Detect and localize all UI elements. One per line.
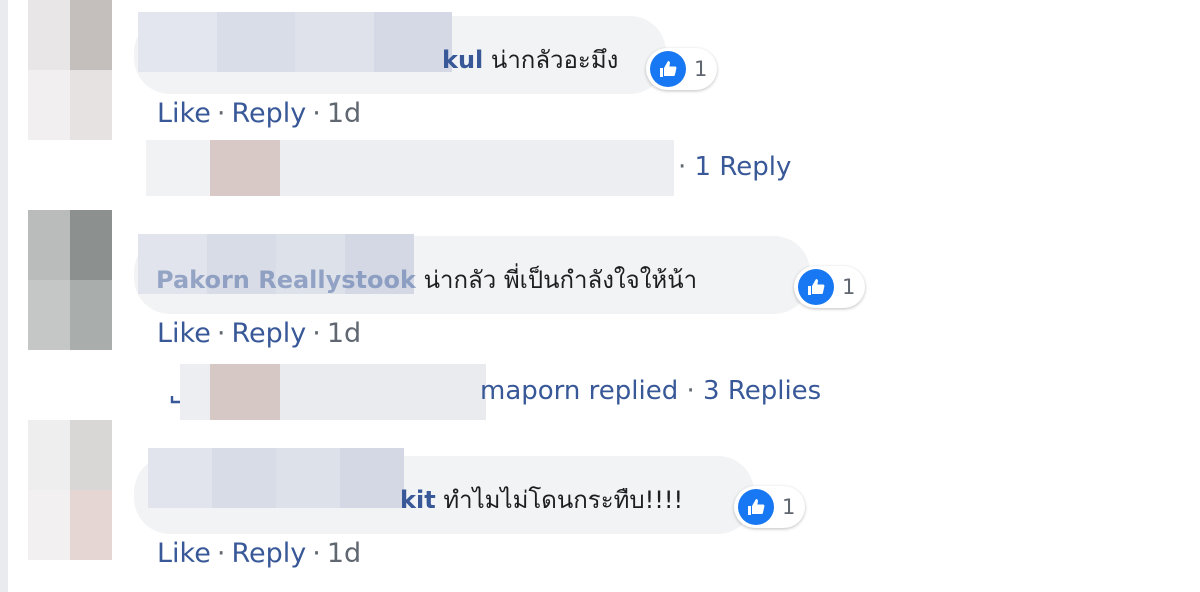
comment-timestamp[interactable]: 1d (327, 538, 361, 569)
comment-author[interactable]: kit (400, 486, 436, 514)
avatar[interactable] (28, 210, 112, 350)
comment-author[interactable]: kul (442, 46, 483, 74)
redacted-name (148, 448, 404, 508)
comment-text: น่ากลัว พี่เป็นกำลังใจให้น้า (423, 266, 698, 294)
view-replies-link[interactable]: 1 Reply (695, 152, 792, 182)
comment-actions: Like · Reply · 1d (157, 318, 361, 349)
redacted-name (138, 12, 452, 72)
separator: · (686, 376, 695, 406)
feed-left-border (0, 0, 8, 592)
avatar[interactable] (28, 420, 112, 560)
avatar[interactable] (28, 0, 112, 140)
like-thumb-icon (738, 489, 774, 525)
like-thumb-icon (798, 269, 834, 305)
comment-timestamp[interactable]: 1d (327, 318, 361, 349)
reaction-count-badge[interactable]: 1 (734, 486, 806, 528)
reaction-count: 1 (782, 495, 796, 519)
reaction-count-badge[interactable]: 1 (794, 266, 866, 308)
like-button[interactable]: Like (157, 98, 211, 129)
view-replies-link[interactable]: 3 Replies (703, 376, 821, 406)
comment-bubble: Pakorn Reallystook น่ากลัว พี่เป็นกำลังใ… (134, 234, 810, 314)
comment-actions: Like · Reply · 1d (157, 98, 361, 129)
like-button[interactable]: Like (157, 538, 211, 569)
reaction-count: 1 (842, 275, 856, 299)
comment-actions: Like · Reply · 1d (157, 538, 361, 569)
reaction-count: 1 (694, 57, 708, 81)
separator: · (312, 538, 321, 569)
replier-name[interactable]: maporn replied (480, 376, 678, 406)
comment-text: ทำไมไม่โดนกระทืบ!!!! (443, 486, 684, 514)
separator: · (216, 318, 226, 349)
separator: · (312, 318, 321, 349)
view-replies-row[interactable]: · 1 Reply (146, 140, 806, 196)
like-thumb-icon (650, 51, 686, 87)
reaction-count-badge[interactable]: 1 (646, 48, 718, 90)
reply-button[interactable]: Reply (231, 318, 306, 349)
redacted-replier (146, 140, 674, 196)
reply-button[interactable]: Reply (231, 98, 306, 129)
comment-timestamp[interactable]: 1d (327, 98, 361, 129)
like-button[interactable]: Like (157, 318, 211, 349)
separator: · (312, 98, 321, 129)
separator: · (216, 98, 226, 129)
reply-button[interactable]: Reply (231, 538, 306, 569)
comment-bubble: kul น่ากลัวอะมึง (134, 12, 666, 94)
view-replies-row[interactable]: maporn replied · 3 Replies (170, 364, 830, 420)
comment-text: น่ากลัวอะมึง (490, 46, 619, 74)
redacted-replier (180, 364, 486, 420)
comment-author[interactable]: Pakorn Reallystook (156, 266, 416, 294)
comment-bubble: kit ทำไมไม่โดนกระทืบ!!!! (134, 448, 754, 534)
separator: · (678, 152, 687, 182)
separator: · (216, 538, 226, 569)
